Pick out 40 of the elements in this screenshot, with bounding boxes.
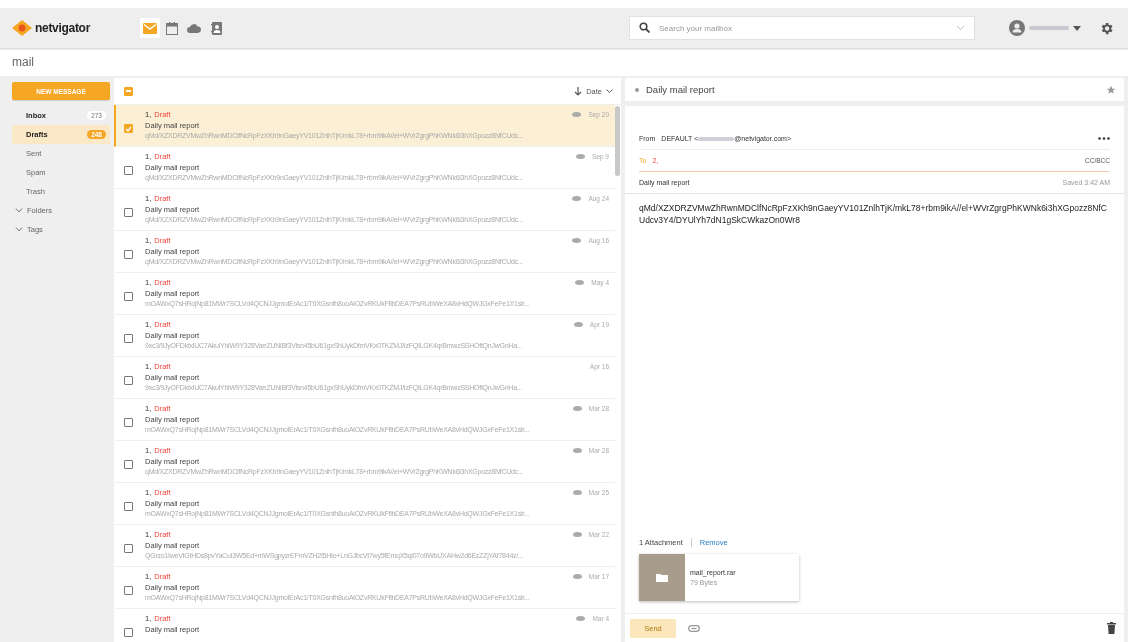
- logo-text: netvigator: [35, 21, 90, 35]
- checkbox[interactable]: [124, 292, 133, 301]
- caret-icon: [1073, 25, 1081, 31]
- checkbox[interactable]: [124, 502, 133, 511]
- search-field[interactable]: Search your mailbox: [629, 16, 975, 40]
- checkbox[interactable]: [124, 628, 133, 637]
- message-body[interactable]: qMd/XZXDRZVMwZhRwnMDClfNcRpFzXKh9nGaeyYV101ZnlhTjK/mkL78+rbm9ikA//el+WVrZgrgPhKWNk6i3hXGpozz8NfCUdcv3Y4/DYUlYh7dN1gSkCWkazOn0Wr8: [639, 194, 1110, 227]
- checkbox[interactable]: [124, 586, 133, 595]
- checkbox[interactable]: [124, 208, 133, 217]
- message-title: Daily mail report: [646, 84, 715, 95]
- account-menu[interactable]: [1009, 20, 1081, 36]
- checkbox[interactable]: [124, 460, 133, 469]
- section-title: mail: [11, 54, 35, 71]
- star-icon[interactable]: [1106, 84, 1116, 95]
- checkbox[interactable]: [124, 250, 133, 259]
- folder-icon: [656, 573, 668, 582]
- checkbox[interactable]: [124, 544, 133, 553]
- checkbox[interactable]: [124, 166, 133, 175]
- logo[interactable]: netvigator: [12, 20, 140, 36]
- logo-icon: [12, 20, 32, 36]
- checkbox[interactable]: [124, 418, 133, 427]
- select-all-checkbox[interactable]: [124, 86, 133, 96]
- checkbox[interactable]: [124, 124, 133, 133]
- arrow-down-icon: [574, 86, 583, 96]
- search-icon: [639, 22, 650, 33]
- scrollbar[interactable]: [615, 106, 620, 176]
- chevron-down-icon: [606, 88, 613, 94]
- avatar-icon: [1009, 20, 1025, 36]
- settings-icon[interactable]: [1099, 20, 1114, 36]
- blurred-text: [698, 136, 735, 141]
- contacts-icon: [210, 21, 222, 35]
- more-icon[interactable]: [1098, 137, 1110, 140]
- trash-icon[interactable]: [1107, 622, 1116, 634]
- blurred-text: [1029, 26, 1069, 30]
- checkbox[interactable]: [124, 376, 133, 385]
- cloud-icon: [187, 23, 201, 33]
- paperclip-icon[interactable]: [688, 624, 700, 632]
- checkbox[interactable]: [124, 334, 133, 343]
- envelope-icon: [143, 22, 157, 34]
- calendar-icon: [166, 21, 178, 35]
